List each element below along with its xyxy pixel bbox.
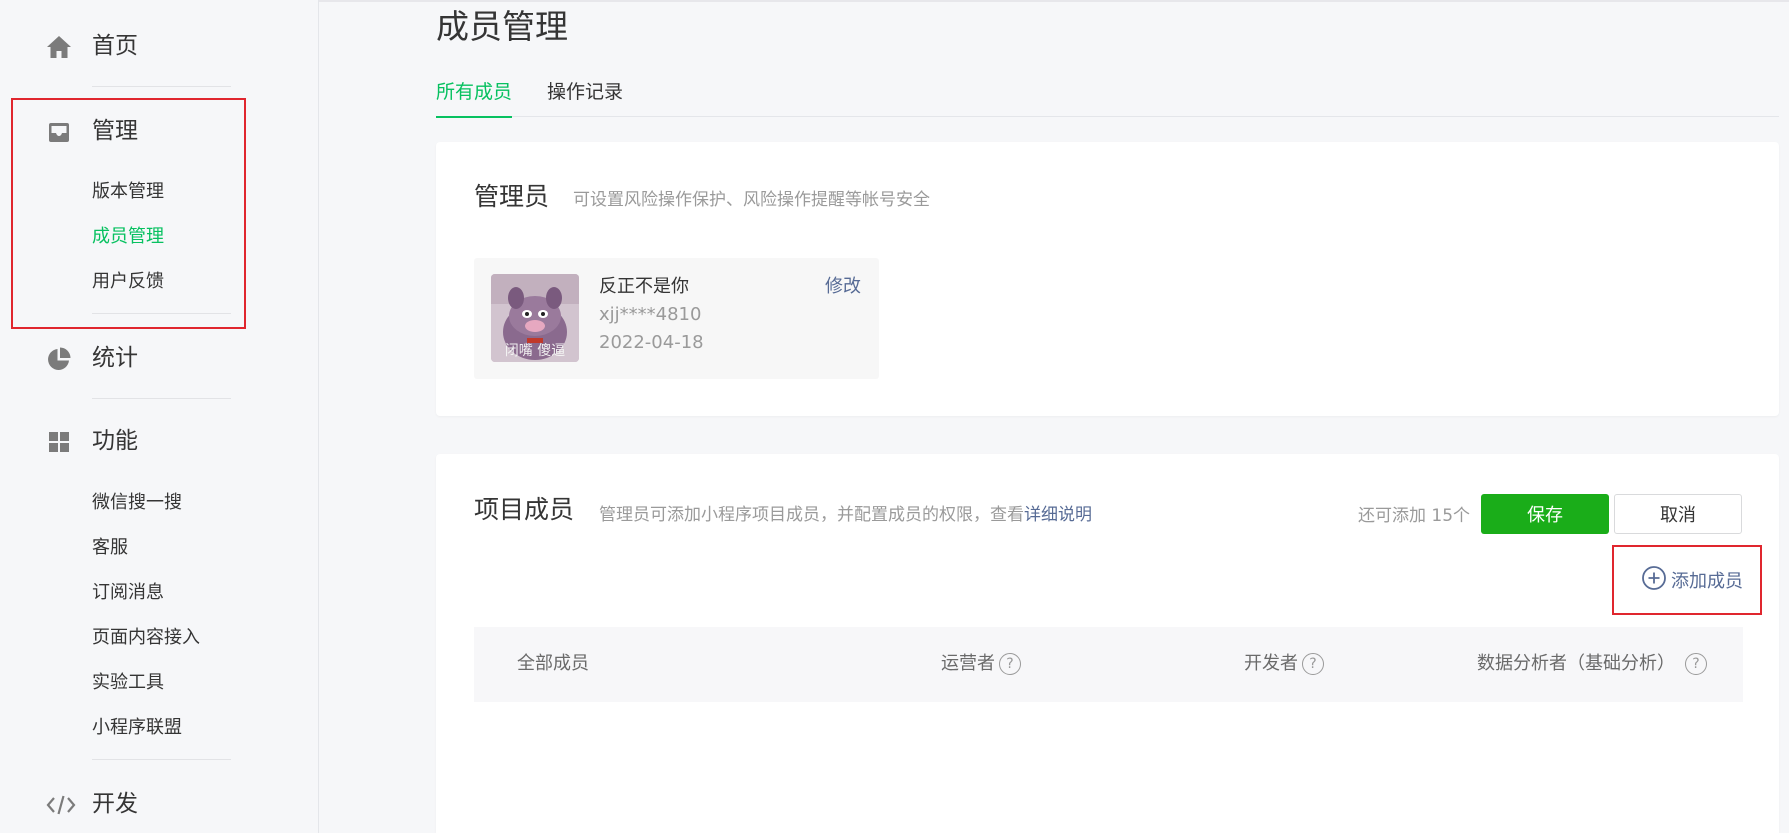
column-header-developer: 开发者 ? [1244,651,1324,677]
sidebar: 首页 管理 版本管理 成员管理 用户反馈 统计 功能 微信搜一搜 客服 订阅消息… [0,0,319,833]
sidebar-item-mini-program-alliance[interactable]: 小程序联盟 [92,716,182,740]
column-header-data-analyst: 数据分析者（基础分析） ? [1477,651,1707,677]
avatar: 闭嘴 傻逼 [491,274,579,362]
members-table-header: 全部成员 运营者 ? 开发者 ? 数据分析者（基础分析） ? [474,627,1743,702]
remaining-count: 还可添加 15个 [1358,506,1471,526]
sidebar-divider [92,759,231,760]
column-label: 开发者 [1244,653,1298,674]
sidebar-item-label: 统计 [92,345,138,371]
sidebar-item-label: 开发 [92,791,138,817]
admin-name: 反正不是你 [599,276,689,297]
edit-admin-link[interactable]: 修改 [825,275,861,299]
column-header-all-members: 全部成员 [517,651,589,677]
members-card: 项目成员 管理员可添加小程序项目成员，并配置成员的权限，查看详细说明 还可添加 … [436,454,1779,833]
members-card-desc: 管理员可添加小程序项目成员，并配置成员的权限，查看详细说明 [599,503,1092,527]
code-icon [46,792,76,818]
members-card-desc-text: 管理员可添加小程序项目成员，并配置成员的权限，查看 [599,505,1024,525]
sidebar-item-experiment-tools[interactable]: 实验工具 [92,671,164,695]
admin-entry: 闭嘴 傻逼 反正不是你 xjj****4810 2022-04-18 修改 [474,258,879,379]
column-label: 运营者 [941,653,995,674]
avatar-caption: 闭嘴 傻逼 [504,343,566,359]
admin-card-title: 管理员 [474,182,550,211]
cancel-button[interactable]: 取消 [1614,494,1742,534]
admin-card: 管理员 可设置风险操作保护、风险操作提醒等帐号安全 闭嘴 傻逼 反正不是你 xj… [436,142,1779,416]
column-header-operator: 运营者 ? [941,651,1021,677]
highlight-box-manage [11,98,246,329]
members-card-title: 项目成员 [474,495,575,524]
column-label: 全部成员 [517,653,589,674]
sidebar-item-features[interactable]: 功能 [0,421,318,461]
sidebar-item-stats[interactable]: 统计 [0,338,318,378]
home-icon [46,34,72,60]
sidebar-item-customer-service[interactable]: 客服 [92,536,128,560]
sidebar-item-dev[interactable]: 开发 [0,784,318,824]
page-title: 成员管理 [436,7,568,46]
column-label: 数据分析者（基础分析） [1477,653,1675,674]
tab-bar: 所有成员 操作记录 [436,72,1779,118]
sidebar-item-wechat-search[interactable]: 微信搜一搜 [92,491,182,515]
help-icon[interactable]: ? [1685,653,1707,675]
save-button[interactable]: 保存 [1481,494,1609,534]
sidebar-divider [92,86,231,87]
admin-account: xjj****4810 [599,304,702,325]
sidebar-item-subscription-messages[interactable]: 订阅消息 [92,581,164,605]
sidebar-item-label: 功能 [92,428,138,454]
details-link[interactable]: 详细说明 [1024,505,1092,525]
highlight-box-add-member [1612,545,1762,615]
sidebar-item-page-content-access[interactable]: 页面内容接入 [92,626,200,650]
sidebar-item-home[interactable]: 首页 [0,26,318,66]
admin-card-desc: 可设置风险操作保护、风险操作提醒等帐号安全 [573,190,930,210]
tab-all-members[interactable]: 所有成员 [436,78,513,118]
admin-date: 2022-04-18 [599,332,704,353]
tab-operation-log[interactable]: 操作记录 [547,78,623,106]
sidebar-divider [92,398,231,399]
grid-icon [46,429,72,455]
sidebar-item-label: 首页 [92,33,138,59]
help-icon[interactable]: ? [999,653,1021,675]
help-icon[interactable]: ? [1302,653,1324,675]
pie-chart-icon [46,346,72,372]
